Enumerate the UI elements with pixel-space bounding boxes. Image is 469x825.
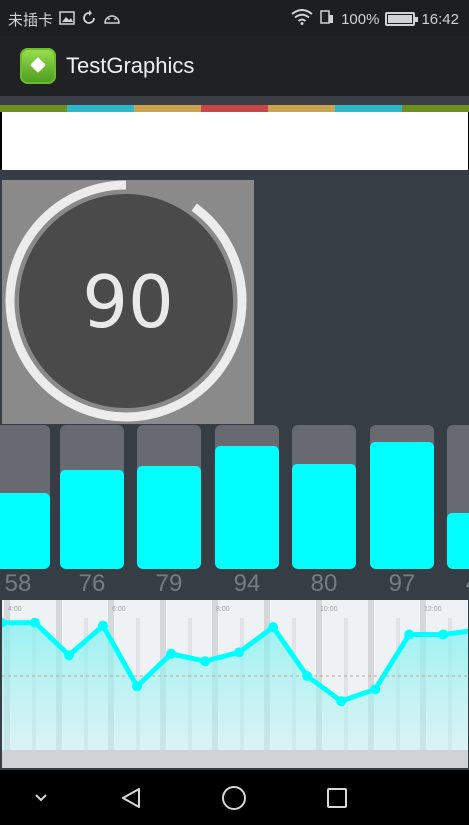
battery-percent: 100%: [341, 10, 380, 28]
color-stripe-segment: [134, 105, 202, 112]
data-point: [64, 650, 75, 661]
data-point: [234, 647, 245, 658]
gauge-value: 90: [82, 260, 174, 344]
gauge-panel: 90: [2, 180, 254, 424]
data-point: [268, 622, 279, 633]
android-icon: [103, 11, 121, 29]
data-point: [438, 629, 449, 640]
app-title: TestGraphics: [66, 53, 195, 78]
x-tick-label: 4:00: [8, 606, 22, 613]
bar: [0, 493, 50, 569]
bar: [137, 465, 201, 569]
wifi-icon: [291, 9, 313, 29]
data-point: [370, 684, 381, 695]
bar-track: [0, 425, 50, 569]
bar-track: [137, 425, 201, 569]
image-icon: [59, 10, 75, 29]
bar-track: [370, 425, 434, 569]
white-panel: [2, 112, 468, 170]
sync-icon: [81, 9, 97, 30]
bar-chart: 58 76 79 94 80 97 43: [0, 422, 469, 598]
data-point: [166, 648, 177, 659]
graphics-canvas: 90 58 76 79 94 80 97 43 4:00 6:00 8:00 10:00 12:00: [0, 170, 469, 770]
line-chart: 4:00 6:00 8:00 10:00 12:00: [2, 600, 468, 768]
line-chart-svg: 4:00 6:00 8:00 10:00 12:00: [2, 600, 468, 768]
bar-track: [447, 425, 469, 569]
data-point: [336, 696, 347, 707]
chevron-down-icon[interactable]: [26, 784, 56, 812]
status-bar: 未插卡 100% 16:42: [0, 0, 469, 36]
bar-label: 79: [155, 570, 183, 597]
bar-label: 43: [447, 570, 469, 598]
recents-icon[interactable]: [322, 784, 352, 812]
color-stripe-segment: [67, 105, 135, 112]
bar-label: 80: [310, 570, 338, 597]
data-point: [200, 656, 211, 667]
x-tick-label: 12:00: [424, 606, 442, 613]
battery-icon: [385, 12, 419, 26]
back-icon[interactable]: [116, 784, 146, 812]
app-bar: TestGraphics: [0, 36, 469, 96]
carrier-text: 未插卡: [8, 12, 54, 29]
color-stripe-segment: [201, 105, 269, 112]
bar-track: [292, 425, 356, 569]
color-stripe-segment: [268, 105, 336, 112]
bar-label: 58: [4, 570, 32, 597]
x-tick-label: 10:00: [320, 606, 338, 613]
data-point: [30, 617, 41, 628]
data-point: [98, 620, 109, 631]
home-icon[interactable]: [219, 784, 249, 812]
data-point: [132, 681, 143, 692]
x-tick-label: 8:00: [216, 606, 230, 613]
app-logo-icon: [20, 48, 56, 84]
bar: [447, 512, 469, 569]
bar: [215, 445, 279, 569]
bar-track: [60, 425, 124, 569]
bar-label: 76: [78, 570, 106, 597]
color-stripe: [0, 96, 469, 112]
bar: [292, 464, 356, 569]
bar: [60, 469, 124, 569]
color-stripe-segment: [0, 105, 68, 112]
color-stripe-segment: [335, 105, 403, 112]
sim-icon: [319, 9, 335, 29]
bar-label: 94: [233, 570, 261, 597]
data-point: [302, 671, 313, 681]
nav-bar: [0, 770, 469, 825]
bar-label: 97: [388, 570, 416, 597]
data-point: [404, 629, 415, 640]
bar-track: [215, 425, 279, 569]
bar: [370, 442, 434, 569]
clock: 16:42: [421, 10, 459, 28]
x-axis-strip: [2, 750, 468, 768]
x-tick-label: 6:00: [112, 606, 126, 613]
color-stripe-segment: [402, 105, 469, 112]
